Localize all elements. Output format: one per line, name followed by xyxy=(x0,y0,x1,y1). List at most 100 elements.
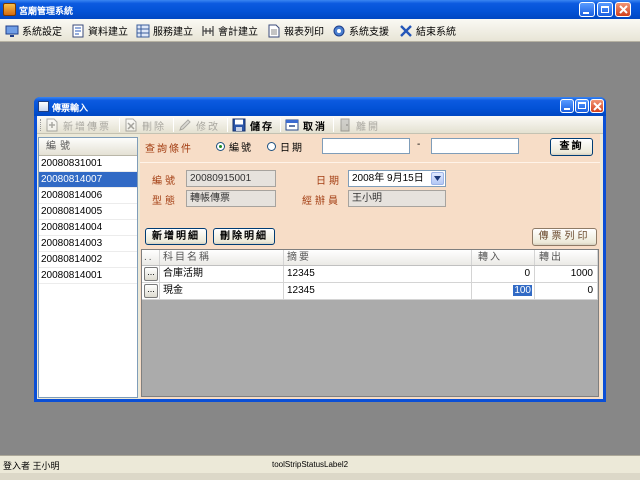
voucher-list[interactable]: 編號 20080831001 20080814007 20080814006 2… xyxy=(38,137,138,398)
menu-system-support[interactable]: 系統支援 xyxy=(332,21,396,40)
window-bottom-edge xyxy=(0,473,640,480)
grid-header-account[interactable]: 科目名稱 xyxy=(160,250,284,265)
account-picker-button[interactable]: ... xyxy=(144,284,158,298)
new-voucher-button[interactable]: 新增傳票 xyxy=(45,117,111,133)
memo-cell[interactable]: 12345 xyxy=(284,266,472,283)
maximize-icon xyxy=(601,6,609,13)
delete-icon xyxy=(125,118,137,132)
menu-label: 報表列印 xyxy=(284,27,324,38)
delete-detail-button[interactable]: 刪除明細 xyxy=(213,228,275,245)
grid-header-in[interactable]: 轉入 xyxy=(472,250,535,265)
app-title: 宮廟管理系統 xyxy=(19,6,74,16)
toolbar-grip[interactable] xyxy=(40,119,43,131)
voucher-date-value: 2008年 9月15日 xyxy=(352,173,424,184)
date-dropdown-button[interactable] xyxy=(431,172,444,185)
table-row[interactable]: ... 現金 12345 100 0 xyxy=(142,283,598,300)
detail-grid[interactable]: .. 科目名稱 摘要 轉入 轉出 ... 合庫活期 12345 0 1000 .… xyxy=(141,249,599,397)
query-from-input[interactable] xyxy=(322,138,410,154)
menu-label: 結束系統 xyxy=(416,27,456,38)
minimize-icon xyxy=(583,12,589,14)
out-amount-cell[interactable]: 0 xyxy=(535,283,598,300)
toolbar-separator xyxy=(227,118,228,132)
app-title-bar[interactable]: 宮廟管理系統 xyxy=(0,0,640,19)
close-button[interactable] xyxy=(615,2,631,17)
main-menu-bar: 系統設定 資料建立 服務建立 會計建立 報表列印 系統支援 結束系統 xyxy=(0,19,640,42)
in-amount-cell-editing[interactable]: 100 xyxy=(472,283,535,300)
menu-system-settings[interactable]: 系統設定 xyxy=(5,21,69,40)
app-icon xyxy=(3,3,16,16)
in-amount-cell[interactable]: 0 xyxy=(472,266,535,283)
child-maximize-button[interactable] xyxy=(575,99,589,113)
status-label-2: toolStripStatusLabel2 xyxy=(272,460,349,469)
menu-report-print[interactable]: 報表列印 xyxy=(267,21,331,40)
account-cell[interactable]: 合庫活期 xyxy=(160,266,284,283)
voucher-window-title-bar[interactable]: 傳票輸入 xyxy=(34,97,606,116)
add-detail-button[interactable]: 新增明細 xyxy=(145,228,207,245)
grid-header-row: .. 科目名稱 摘要 轉入 轉出 xyxy=(142,250,598,266)
toolbar-label: 離開 xyxy=(356,121,380,133)
menu-exit-system[interactable]: 結束系統 xyxy=(399,21,463,40)
accounting-icon xyxy=(202,25,214,36)
table-row[interactable]: ... 合庫活期 12345 0 1000 xyxy=(142,266,598,283)
voucher-toolbar: 新增傳票 刪除 修改 儲存 取消 離開 xyxy=(37,116,603,134)
edit-icon xyxy=(179,119,191,131)
memo-cell[interactable]: 12345 xyxy=(284,283,472,300)
radio-circle xyxy=(267,142,276,151)
account-cell[interactable]: 現金 xyxy=(160,283,284,300)
clerk-field[interactable]: 王小明 xyxy=(348,190,446,207)
list-item[interactable]: 20080831001 xyxy=(39,156,137,172)
menu-label: 會計建立 xyxy=(218,27,258,38)
menu-accounting[interactable]: 會計建立 xyxy=(201,21,265,40)
toolbar-separator xyxy=(333,118,334,132)
list-item[interactable]: 20080814002 xyxy=(39,252,137,268)
query-by-date-radio[interactable]: 日期 xyxy=(267,139,304,154)
leave-button[interactable]: 離開 xyxy=(338,117,380,133)
radio-label: 編號 xyxy=(229,143,253,154)
toolbar-label: 新增傳票 xyxy=(63,121,111,133)
picker-cell: ... xyxy=(142,283,160,300)
toolbar-label: 修改 xyxy=(196,121,220,133)
list-item[interactable]: 20080814006 xyxy=(39,188,137,204)
list-item[interactable]: 20080814001 xyxy=(39,268,137,284)
list-item[interactable]: 20080814007 xyxy=(39,172,137,188)
query-by-number-radio[interactable]: 編號 xyxy=(216,139,253,154)
grid-header-memo[interactable]: 摘要 xyxy=(284,250,472,265)
voucher-number-field[interactable]: 20080915001 xyxy=(186,170,276,187)
login-user-status: 登入者 王小明 xyxy=(3,461,60,471)
query-range-separator: - xyxy=(417,139,421,150)
support-icon xyxy=(333,25,345,36)
maximize-icon xyxy=(578,102,586,109)
child-close-button[interactable] xyxy=(590,99,604,113)
edit-voucher-button[interactable]: 修改 xyxy=(178,117,220,133)
cancel-icon xyxy=(285,119,299,131)
voucher-date-picker[interactable]: 2008年 9月15日 xyxy=(348,170,446,187)
menu-data-entry[interactable]: 資料建立 xyxy=(71,21,135,40)
voucher-date-label: 日期 xyxy=(316,176,342,187)
list-item[interactable]: 20080814004 xyxy=(39,220,137,236)
voucher-entry-window: 傳票輸入 新增傳票 刪除 修改 儲存 取消 離開 編號 20080831001 … xyxy=(34,97,606,402)
grid-header-picker[interactable]: .. xyxy=(142,250,160,265)
query-to-input[interactable] xyxy=(431,138,519,154)
list-item[interactable]: 20080814003 xyxy=(39,236,137,252)
exit-icon xyxy=(400,24,412,37)
window-icon xyxy=(38,101,49,112)
list-item[interactable]: 20080814005 xyxy=(39,204,137,220)
query-button[interactable]: 查詢 xyxy=(550,138,593,156)
delete-voucher-button[interactable]: 刪除 xyxy=(124,117,166,133)
account-picker-button[interactable]: ... xyxy=(144,267,158,281)
save-voucher-button[interactable]: 儲存 xyxy=(232,117,274,133)
out-amount-cell[interactable]: 1000 xyxy=(535,266,598,283)
voucher-type-field[interactable]: 轉帳傳票 xyxy=(186,190,276,207)
close-icon xyxy=(619,5,628,14)
menu-service[interactable]: 服務建立 xyxy=(136,21,200,40)
grid-header-out[interactable]: 轉出 xyxy=(535,250,598,265)
cancel-button[interactable]: 取消 xyxy=(285,117,327,133)
maximize-button[interactable] xyxy=(597,2,613,17)
minimize-button[interactable] xyxy=(579,2,595,17)
voucher-window-client: 新增傳票 刪除 修改 儲存 取消 離開 編號 20080831001 20080… xyxy=(37,116,603,399)
print-voucher-button[interactable]: 傳票列印 xyxy=(532,228,597,246)
cell-editor-selected-text[interactable]: 100 xyxy=(513,285,532,296)
minimize-icon xyxy=(564,108,570,110)
child-minimize-button[interactable] xyxy=(560,99,574,113)
voucher-list-header[interactable]: 編號 xyxy=(39,138,137,156)
